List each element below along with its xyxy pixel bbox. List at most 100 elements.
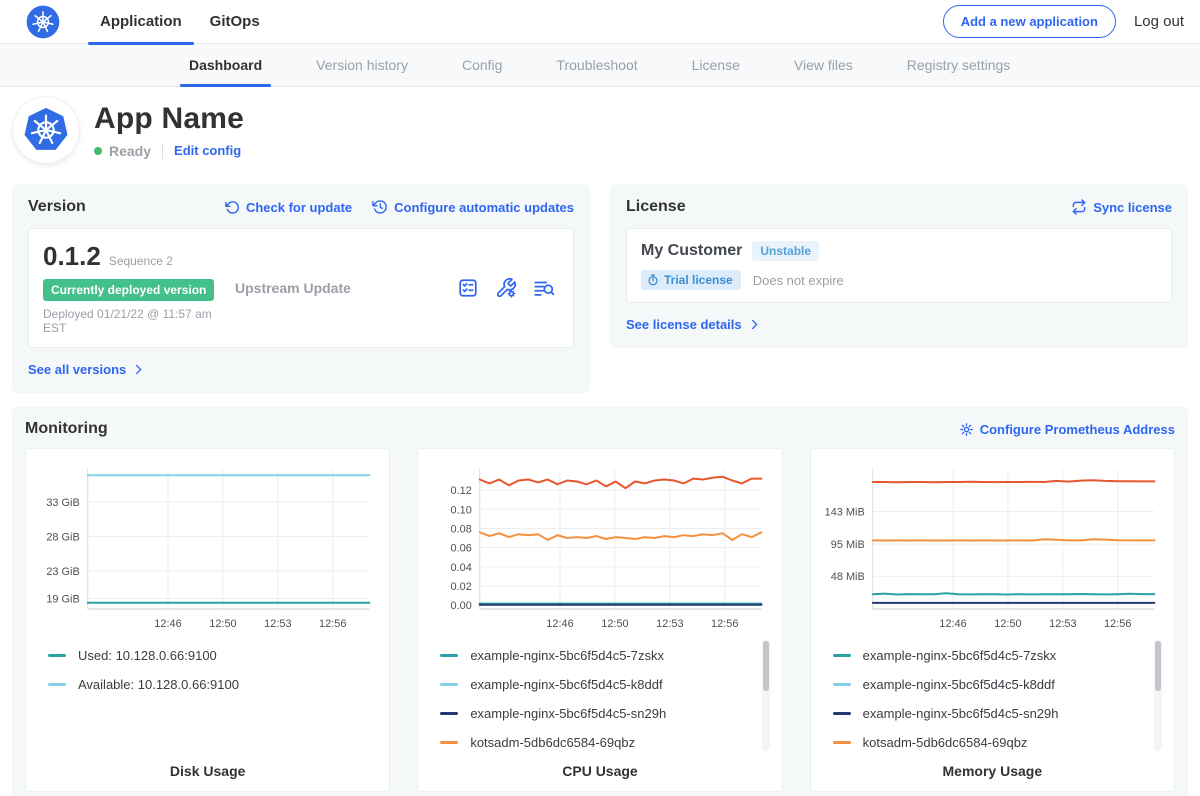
- legend-scrollbar[interactable]: [1154, 639, 1162, 751]
- svg-text:0.02: 0.02: [451, 581, 472, 593]
- series-color-dash: [440, 741, 458, 744]
- channel-badge: Unstable: [752, 241, 819, 261]
- svg-text:12:50: 12:50: [994, 618, 1021, 630]
- tab-registry-settings[interactable]: Registry settings: [894, 44, 1023, 86]
- charts-row: 19 GiB23 GiB28 GiB33 GiB12:4612:5012:531…: [25, 448, 1175, 792]
- preflight-checklist-icon[interactable]: [457, 277, 479, 299]
- configure-automatic-updates-link[interactable]: Configure automatic updates: [372, 199, 574, 215]
- svg-text:12:46: 12:46: [547, 618, 574, 630]
- svg-text:12:56: 12:56: [1104, 618, 1131, 630]
- top-nav: ApplicationGitOps Add a new application …: [0, 0, 1200, 44]
- tab-version-history[interactable]: Version history: [303, 44, 421, 86]
- kubernetes-logo-icon: [26, 5, 60, 39]
- legend-label: example-nginx-5bc6f5d4c5-k8ddf: [470, 677, 662, 692]
- chart-title: CPU Usage: [430, 763, 769, 779]
- svg-text:19 GiB: 19 GiB: [46, 594, 79, 606]
- wrench-gear-icon[interactable]: [495, 277, 517, 299]
- series-color-dash: [440, 683, 458, 686]
- legend-label: example-nginx-5bc6f5d4c5-sn29h: [863, 706, 1059, 721]
- svg-text:33 GiB: 33 GiB: [46, 497, 79, 509]
- legend-label: example-nginx-5bc6f5d4c5-7zskx: [470, 648, 664, 663]
- legend-item: kotsadm-5db6dc6584-69qbz: [440, 728, 753, 757]
- check-for-update-label: Check for update: [246, 200, 352, 215]
- see-all-versions-link[interactable]: See all versions: [28, 362, 145, 377]
- customer-name: My Customer: [641, 242, 742, 260]
- license-type-badge: Trial license: [641, 270, 741, 290]
- svg-text:48 MiB: 48 MiB: [830, 571, 864, 583]
- legend-item: example-nginx-5bc6f5d4c5-k8ddf: [440, 670, 753, 699]
- clock-refresh-icon: [372, 199, 388, 215]
- disk-usage-legend: Used: 10.128.0.66:9100Available: 10.128.…: [38, 637, 377, 755]
- svg-text:12:50: 12:50: [602, 618, 629, 630]
- tab-dashboard[interactable]: Dashboard: [176, 44, 275, 86]
- svg-text:12:56: 12:56: [319, 618, 346, 630]
- cpu-usage-legend: example-nginx-5bc6f5d4c5-7zskx example-ng…: [430, 637, 769, 755]
- current-version-box: 0.1.2 Sequence 2 Currently deployed vers…: [28, 228, 574, 348]
- legend-item: example-nginx-5bc6f5d4c5-sn29h: [833, 699, 1146, 728]
- svg-text:12:46: 12:46: [939, 618, 966, 630]
- logout-link[interactable]: Log out: [1134, 13, 1184, 30]
- page-title: App Name: [94, 102, 244, 136]
- svg-text:0.12: 0.12: [451, 485, 472, 497]
- memory-usage-chart: 48 MiB95 MiB143 MiB12:4612:5012:5312:56: [823, 459, 1162, 635]
- cpu-usage-chart-card: 0.000.020.040.060.080.100.1212:4612:5012…: [417, 448, 782, 792]
- legend-item: example-nginx-5bc6f5d4c5-sn29h: [440, 699, 753, 728]
- sync-arrows-icon: [1071, 199, 1087, 215]
- disk-usage-chart-card: 19 GiB23 GiB28 GiB33 GiB12:4612:5012:531…: [25, 448, 390, 792]
- tab-config[interactable]: Config: [449, 44, 515, 86]
- edit-config-link[interactable]: Edit config: [174, 143, 241, 158]
- configure-prometheus-link[interactable]: Configure Prometheus Address: [959, 422, 1175, 437]
- add-new-application-button[interactable]: Add a new application: [943, 5, 1116, 38]
- legend-scrollbar[interactable]: [762, 639, 770, 751]
- svg-text:95 MiB: 95 MiB: [830, 539, 864, 551]
- refresh-ccw-icon: [225, 200, 240, 215]
- divider: [162, 143, 163, 159]
- license-card: License Sync license My Customer Unstabl…: [610, 184, 1188, 348]
- legend-label: kotsadm-5db6dc6584-69qbz: [863, 735, 1028, 750]
- chevron-right-icon: [132, 363, 145, 376]
- tab-view-files[interactable]: View files: [781, 44, 866, 86]
- scrollbar-thumb[interactable]: [1155, 641, 1161, 691]
- see-license-details-link[interactable]: See license details: [626, 317, 761, 332]
- series-color-dash: [48, 654, 66, 657]
- version-source-label: Upstream Update: [235, 280, 457, 296]
- legend-item: example-nginx-5bc6f5d4c5-7zskx: [440, 641, 753, 670]
- memory-usage-chart-card: 48 MiB95 MiB143 MiB12:4612:5012:5312:56 …: [810, 448, 1175, 792]
- tab-license[interactable]: License: [679, 44, 753, 86]
- stopwatch-icon: [647, 274, 659, 286]
- legend-label: Available: 10.128.0.66:9100: [78, 677, 239, 692]
- chart-title: Memory Usage: [823, 763, 1162, 779]
- legend-item: example-nginx-5bc6f5d4c5-k8ddf: [833, 670, 1146, 699]
- diff-search-icon[interactable]: [533, 277, 555, 299]
- topnav-item-gitops[interactable]: GitOps: [196, 0, 274, 44]
- tab-troubleshoot[interactable]: Troubleshoot: [543, 44, 650, 86]
- legend-item: example-nginx-5bc6f5d4c5-7zskx: [833, 641, 1146, 670]
- series-color-dash: [833, 712, 851, 715]
- legend-label: example-nginx-5bc6f5d4c5-k8ddf: [863, 677, 1055, 692]
- deployed-timestamp: Deployed 01/21/22 @ 11:57 am EST: [43, 307, 235, 335]
- configure-prometheus-label: Configure Prometheus Address: [980, 422, 1175, 437]
- legend-item: kotsadm-5db6dc6584-69qbz: [833, 728, 1146, 757]
- legend-item: Available: 10.128.0.66:9100: [48, 670, 361, 699]
- sync-license-link[interactable]: Sync license: [1071, 199, 1172, 215]
- app-avatar kubernetes-logo-icon: [13, 97, 79, 163]
- configure-automatic-updates-label: Configure automatic updates: [394, 200, 574, 215]
- disk-usage-chart: 19 GiB23 GiB28 GiB33 GiB12:4612:5012:531…: [38, 459, 377, 635]
- version-card: Version Check for update: [12, 184, 590, 393]
- check-for-update-link[interactable]: Check for update: [225, 200, 352, 215]
- series-color-dash: [833, 654, 851, 657]
- monitoring-section: Monitoring Configure Prometheus Address …: [12, 407, 1188, 796]
- version-card-title: Version: [28, 198, 86, 216]
- app-header: App Name Ready Edit config: [0, 87, 1200, 176]
- license-expiry: Does not expire: [753, 273, 844, 288]
- svg-text:0.04: 0.04: [451, 562, 472, 574]
- scrollbar-thumb[interactable]: [763, 641, 769, 691]
- chevron-right-icon: [748, 318, 761, 331]
- legend-label: kotsadm-5db6dc6584-69qbz: [470, 735, 635, 750]
- license-card-title: License: [626, 198, 686, 216]
- topnav-item-application[interactable]: Application: [86, 0, 196, 44]
- see-all-versions-label: See all versions: [28, 362, 126, 377]
- memory-usage-legend: example-nginx-5bc6f5d4c5-7zskx example-ng…: [823, 637, 1162, 755]
- currently-deployed-badge: Currently deployed version: [43, 279, 214, 301]
- series-color-dash: [48, 683, 66, 686]
